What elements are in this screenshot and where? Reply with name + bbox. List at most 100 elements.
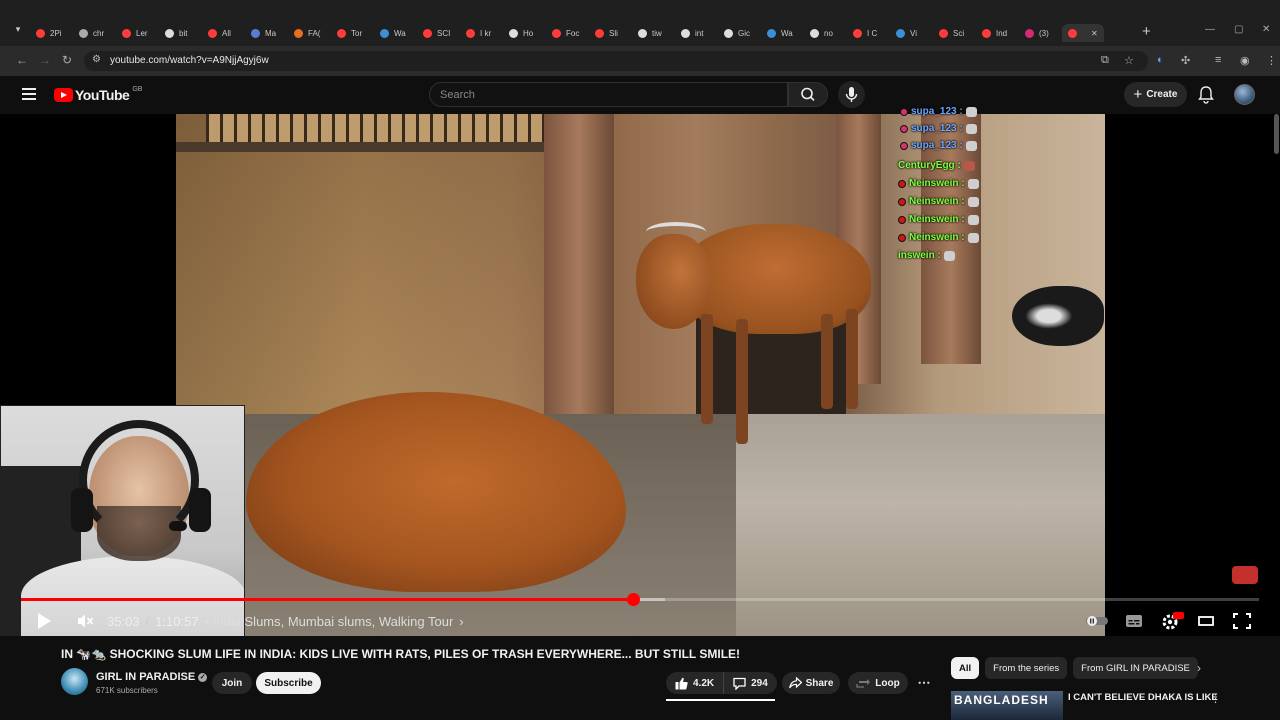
tab-label: Sci xyxy=(953,28,965,38)
chevron-right-icon[interactable]: › xyxy=(1197,661,1201,675)
more-actions-icon[interactable]: ⋯ xyxy=(914,672,934,694)
scrubber-handle[interactable] xyxy=(626,593,640,606)
new-tab-button[interactable]: + xyxy=(1142,23,1151,40)
browser-tab[interactable]: Sli xyxy=(589,24,632,42)
browser-tab[interactable]: Ind xyxy=(976,24,1019,42)
tab-favicon-icon xyxy=(810,28,819,38)
page-scrollbar[interactable] xyxy=(1274,114,1279,154)
browser-tab[interactable]: Foc xyxy=(546,24,589,42)
search-input[interactable] xyxy=(440,87,770,103)
chat-message: inswein : xyxy=(898,250,955,261)
browser-tab[interactable]: Ler xyxy=(116,24,159,42)
channel-name-row[interactable]: GIRL IN PARADISE ✓ xyxy=(96,671,208,683)
media-control-icon[interactable]: ≡ xyxy=(1215,54,1221,66)
tab-label: 2Pi xyxy=(50,28,62,38)
minimize-icon[interactable]: — xyxy=(1205,24,1215,35)
comment-icon xyxy=(733,677,746,690)
mute-button[interactable] xyxy=(76,610,94,632)
tab-close-icon[interactable]: ✕ xyxy=(1091,29,1098,38)
window-ledge xyxy=(176,142,556,152)
comments-button[interactable]: 294 xyxy=(724,672,777,694)
muted-speaker-icon xyxy=(78,614,94,628)
site-info-icon[interactable]: ⚙ xyxy=(92,54,101,65)
comment-count: 294 xyxy=(751,677,768,689)
browser-tab[interactable]: SCI xyxy=(417,24,460,42)
video-player[interactable]: 35:03 / 1:10:57 • India Slums, Mumbai sl… xyxy=(0,106,1280,647)
browser-tab[interactable]: chr xyxy=(73,24,116,42)
voice-search-button[interactable] xyxy=(838,81,865,108)
browser-tab[interactable]: ✕ xyxy=(1062,24,1104,42)
settings-button[interactable] xyxy=(1160,610,1184,632)
create-button[interactable]: + Create xyxy=(1124,82,1187,107)
filter-chip[interactable]: From the series xyxy=(985,657,1068,679)
browser-tab[interactable]: Gic xyxy=(718,24,761,42)
progress-bar[interactable] xyxy=(21,598,1259,601)
extension-icon[interactable]: ◐ xyxy=(1157,54,1164,66)
browser-tab[interactable]: Ho xyxy=(503,24,546,42)
browser-tab[interactable]: bit xyxy=(159,24,202,42)
browser-tab[interactable]: Wa xyxy=(374,24,417,42)
forward-icon[interactable]: → xyxy=(39,53,51,67)
filter-chip[interactable]: All xyxy=(951,657,980,679)
notifications-button[interactable] xyxy=(1197,85,1215,105)
filter-chip[interactable]: From GIRL IN PARADISE xyxy=(1073,657,1198,679)
tab-search-button[interactable]: ▾ xyxy=(11,24,25,40)
loop-button[interactable]: Loop xyxy=(848,672,908,694)
install-app-icon[interactable]: ⧉ xyxy=(1101,54,1109,67)
maximize-icon[interactable]: ▢ xyxy=(1234,24,1243,35)
search-button[interactable] xyxy=(788,82,828,107)
share-button[interactable]: Share xyxy=(782,672,840,694)
join-button[interactable]: Join xyxy=(212,672,252,694)
microphone-icon xyxy=(845,87,858,102)
channel-avatar[interactable] xyxy=(61,668,88,695)
fullscreen-button[interactable] xyxy=(1233,610,1251,632)
browser-tab[interactable]: int xyxy=(675,24,718,42)
country-code: GB xyxy=(132,85,143,93)
play-button[interactable] xyxy=(36,610,52,632)
youtube-logo[interactable]: YouTube GB xyxy=(54,86,142,104)
channel-name[interactable]: GIRL IN PARADISE xyxy=(96,671,195,683)
browser-tab[interactable]: tiw xyxy=(632,24,675,42)
reload-icon[interactable]: ↻ xyxy=(62,53,72,67)
browser-tab[interactable]: (3) xyxy=(1019,24,1062,42)
extensions-puzzle-icon[interactable]: ✣ xyxy=(1181,54,1190,67)
bookmark-star-icon[interactable]: ☆ xyxy=(1124,54,1134,67)
address-bar[interactable]: ⚙ youtube.com/watch?v=A9NjjAgyj6w xyxy=(84,51,1148,71)
subscriber-count: 671K subscribers xyxy=(96,686,158,695)
browser-tab[interactable]: Vi xyxy=(890,24,933,42)
browser-tab[interactable]: Tor xyxy=(331,24,374,42)
browser-tab[interactable]: All xyxy=(202,24,245,42)
subscribe-watermark-icon[interactable] xyxy=(1232,566,1258,584)
browser-tab[interactable]: Wa xyxy=(761,24,804,42)
tab-favicon-icon xyxy=(79,28,88,38)
back-icon[interactable]: ← xyxy=(16,53,28,67)
loop-label: Loop xyxy=(875,677,900,689)
like-underline xyxy=(666,699,775,701)
like-button[interactable]: 4.2K xyxy=(666,672,725,694)
menu-icon[interactable] xyxy=(22,88,36,100)
theater-mode-button[interactable] xyxy=(1197,610,1215,632)
browser-tab[interactable]: Sci xyxy=(933,24,976,42)
chat-message: supa_123 : xyxy=(900,140,977,151)
subtitles-button[interactable] xyxy=(1125,610,1143,632)
autoplay-toggle[interactable] xyxy=(1085,610,1109,632)
chapter-title[interactable]: • India Slums, Mumbai slums, Walking Tou… xyxy=(205,614,454,629)
tab-label: Ind xyxy=(996,28,1008,38)
browser-tab[interactable]: Ma xyxy=(245,24,288,42)
close-window-icon[interactable]: ✕ xyxy=(1262,24,1270,35)
browser-tab[interactable]: I kr xyxy=(460,24,503,42)
subscribe-button[interactable]: Subscribe xyxy=(256,672,321,694)
profile-icon[interactable]: ◉ xyxy=(1240,54,1250,67)
browser-tab[interactable]: no xyxy=(804,24,847,42)
browser-tab[interactable]: 2Pi xyxy=(30,24,73,42)
user-badge-icon xyxy=(898,233,906,242)
recommended-thumbnail[interactable]: BANGLADESH xyxy=(951,691,1063,720)
account-avatar[interactable] xyxy=(1234,84,1255,105)
chevron-right-icon[interactable]: › xyxy=(459,614,463,629)
browser-tab[interactable]: I C xyxy=(847,24,890,42)
browser-menu-icon[interactable]: ⋮ xyxy=(1266,54,1277,67)
tab-label: I kr xyxy=(480,28,492,38)
recommended-menu-icon[interactable]: ⋮ xyxy=(1210,692,1221,705)
browser-tab[interactable]: FA( xyxy=(288,24,331,42)
recommended-title[interactable]: I CAN'T BELIEVE DHAKA IS LIKE xyxy=(1068,692,1218,703)
